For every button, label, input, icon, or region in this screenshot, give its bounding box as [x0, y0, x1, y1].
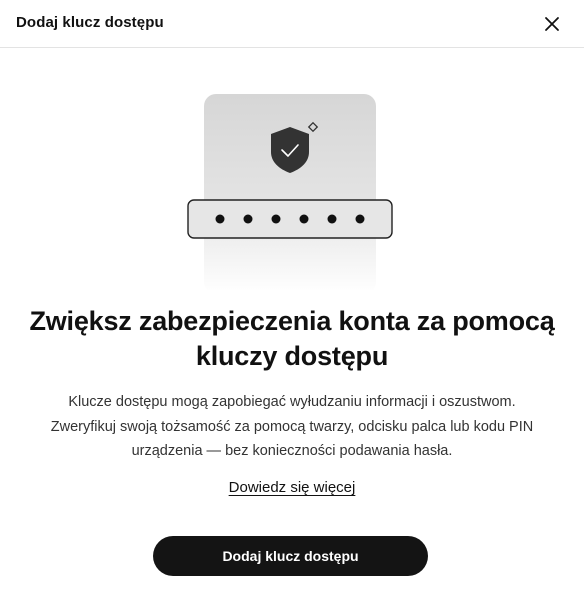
description-line: Zweryfikuj swoją tożsamość za pomocą twa… — [50, 418, 534, 435]
description: Klucze dostępu mogą zapobiegać wyłudzani… — [0, 390, 584, 464]
main-heading: Zwiększ zabezpieczenia konta za pomocą k… — [0, 304, 584, 374]
close-button[interactable] — [538, 10, 566, 38]
password-dot — [355, 214, 365, 224]
dialog-title: Dodaj klucz dostępu — [16, 14, 164, 31]
passkey-illustration — [187, 94, 393, 290]
dialog-header: Dodaj klucz dostępu — [0, 0, 584, 48]
password-dot — [327, 214, 337, 224]
password-dot — [299, 214, 309, 224]
password-dot — [271, 214, 281, 224]
close-icon — [545, 17, 559, 31]
add-passkey-dialog: Dodaj klucz dostępu Zwiększ zabezpieczen… — [0, 0, 584, 598]
password-dot — [243, 214, 253, 224]
learn-more-link[interactable]: Dowiedz się więcej — [229, 479, 356, 496]
password-dot — [215, 214, 225, 224]
password-field-graphic — [187, 199, 393, 239]
heading-line: Zwiększ zabezpieczenia konta za pomocą — [29, 306, 555, 336]
add-passkey-button[interactable]: Dodaj klucz dostępu — [153, 536, 428, 576]
description-line: Klucze dostępu mogą zapobiegać wyłudzani… — [68, 394, 516, 410]
description-line: urządzenia — bez konieczności podawania … — [131, 443, 453, 459]
heading-line: kluczy dostępu — [195, 341, 389, 371]
learn-more-container: Dowiedz się więcej — [0, 479, 584, 496]
device-card — [204, 94, 376, 290]
